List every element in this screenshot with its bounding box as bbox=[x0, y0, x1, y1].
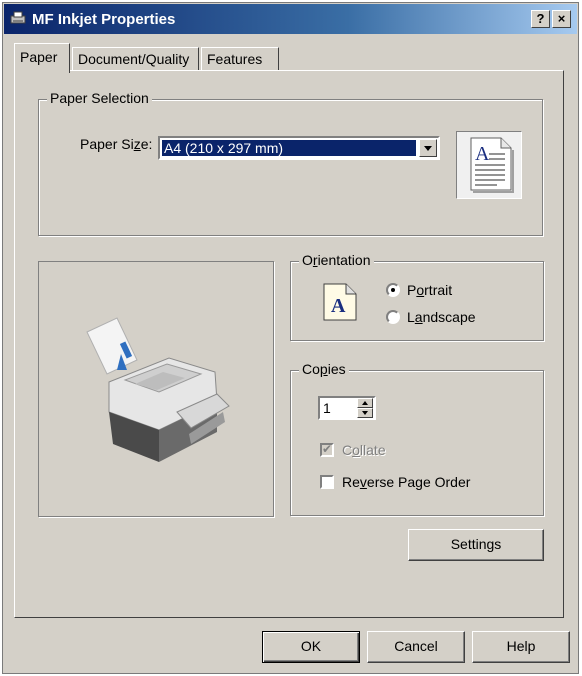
paper-preview: A bbox=[456, 131, 522, 199]
chevron-down-icon[interactable] bbox=[419, 139, 437, 157]
paper-size-dropdown[interactable]: A4 (210 x 297 mm) bbox=[158, 136, 440, 160]
collate-checkbox[interactable]: ✔ bbox=[320, 442, 334, 457]
paper-selection-label: Paper Selection bbox=[47, 90, 152, 106]
copies-spin-buttons bbox=[357, 398, 373, 418]
tab-document-quality[interactable]: Document/Quality bbox=[72, 47, 199, 71]
portrait-label[interactable]: Portrait bbox=[407, 282, 452, 298]
reverse-page-order-checkbox[interactable] bbox=[320, 475, 334, 489]
portrait-orientation-icon: A bbox=[323, 283, 357, 321]
title-bar[interactable]: MF Inkjet Properties ? × bbox=[4, 4, 577, 34]
cancel-button[interactable]: Cancel bbox=[367, 631, 465, 663]
reverse-page-order-label[interactable]: Reverse Page Order bbox=[342, 474, 470, 490]
document-preview-icon: A bbox=[470, 137, 514, 193]
settings-button[interactable]: Settings bbox=[408, 529, 544, 561]
paper-size-label: Paper Size: bbox=[80, 136, 153, 152]
printer-image-panel bbox=[38, 261, 274, 517]
copies-label: Copies bbox=[299, 361, 349, 377]
close-button[interactable]: × bbox=[552, 10, 571, 28]
checkmark-icon: ✔ bbox=[322, 442, 333, 456]
help-dialog-button[interactable]: Help bbox=[472, 631, 570, 663]
printer-illustration bbox=[86, 317, 230, 462]
preview-letter: A bbox=[475, 143, 490, 165]
orientation-letter: A bbox=[331, 295, 346, 317]
landscape-label[interactable]: Landscape bbox=[407, 309, 476, 325]
orientation-label: Orientation bbox=[299, 252, 374, 268]
paper-size-value: A4 (210 x 297 mm) bbox=[162, 140, 416, 156]
collate-label: Collate bbox=[342, 442, 386, 458]
copies-stepper[interactable]: 1 bbox=[318, 396, 376, 420]
tab-features[interactable]: Features bbox=[201, 47, 279, 71]
copies-value: 1 bbox=[323, 400, 331, 416]
window-title: MF Inkjet Properties bbox=[32, 11, 176, 28]
landscape-radio[interactable] bbox=[386, 310, 400, 324]
tab-paper[interactable]: Paper bbox=[14, 43, 70, 73]
portrait-radio[interactable] bbox=[386, 283, 400, 297]
help-button[interactable]: ? bbox=[531, 10, 550, 28]
printer-icon bbox=[10, 11, 26, 24]
decrement-arrow-icon[interactable] bbox=[357, 408, 373, 418]
increment-arrow-icon[interactable] bbox=[357, 398, 373, 408]
ok-button[interactable]: OK bbox=[262, 631, 360, 663]
